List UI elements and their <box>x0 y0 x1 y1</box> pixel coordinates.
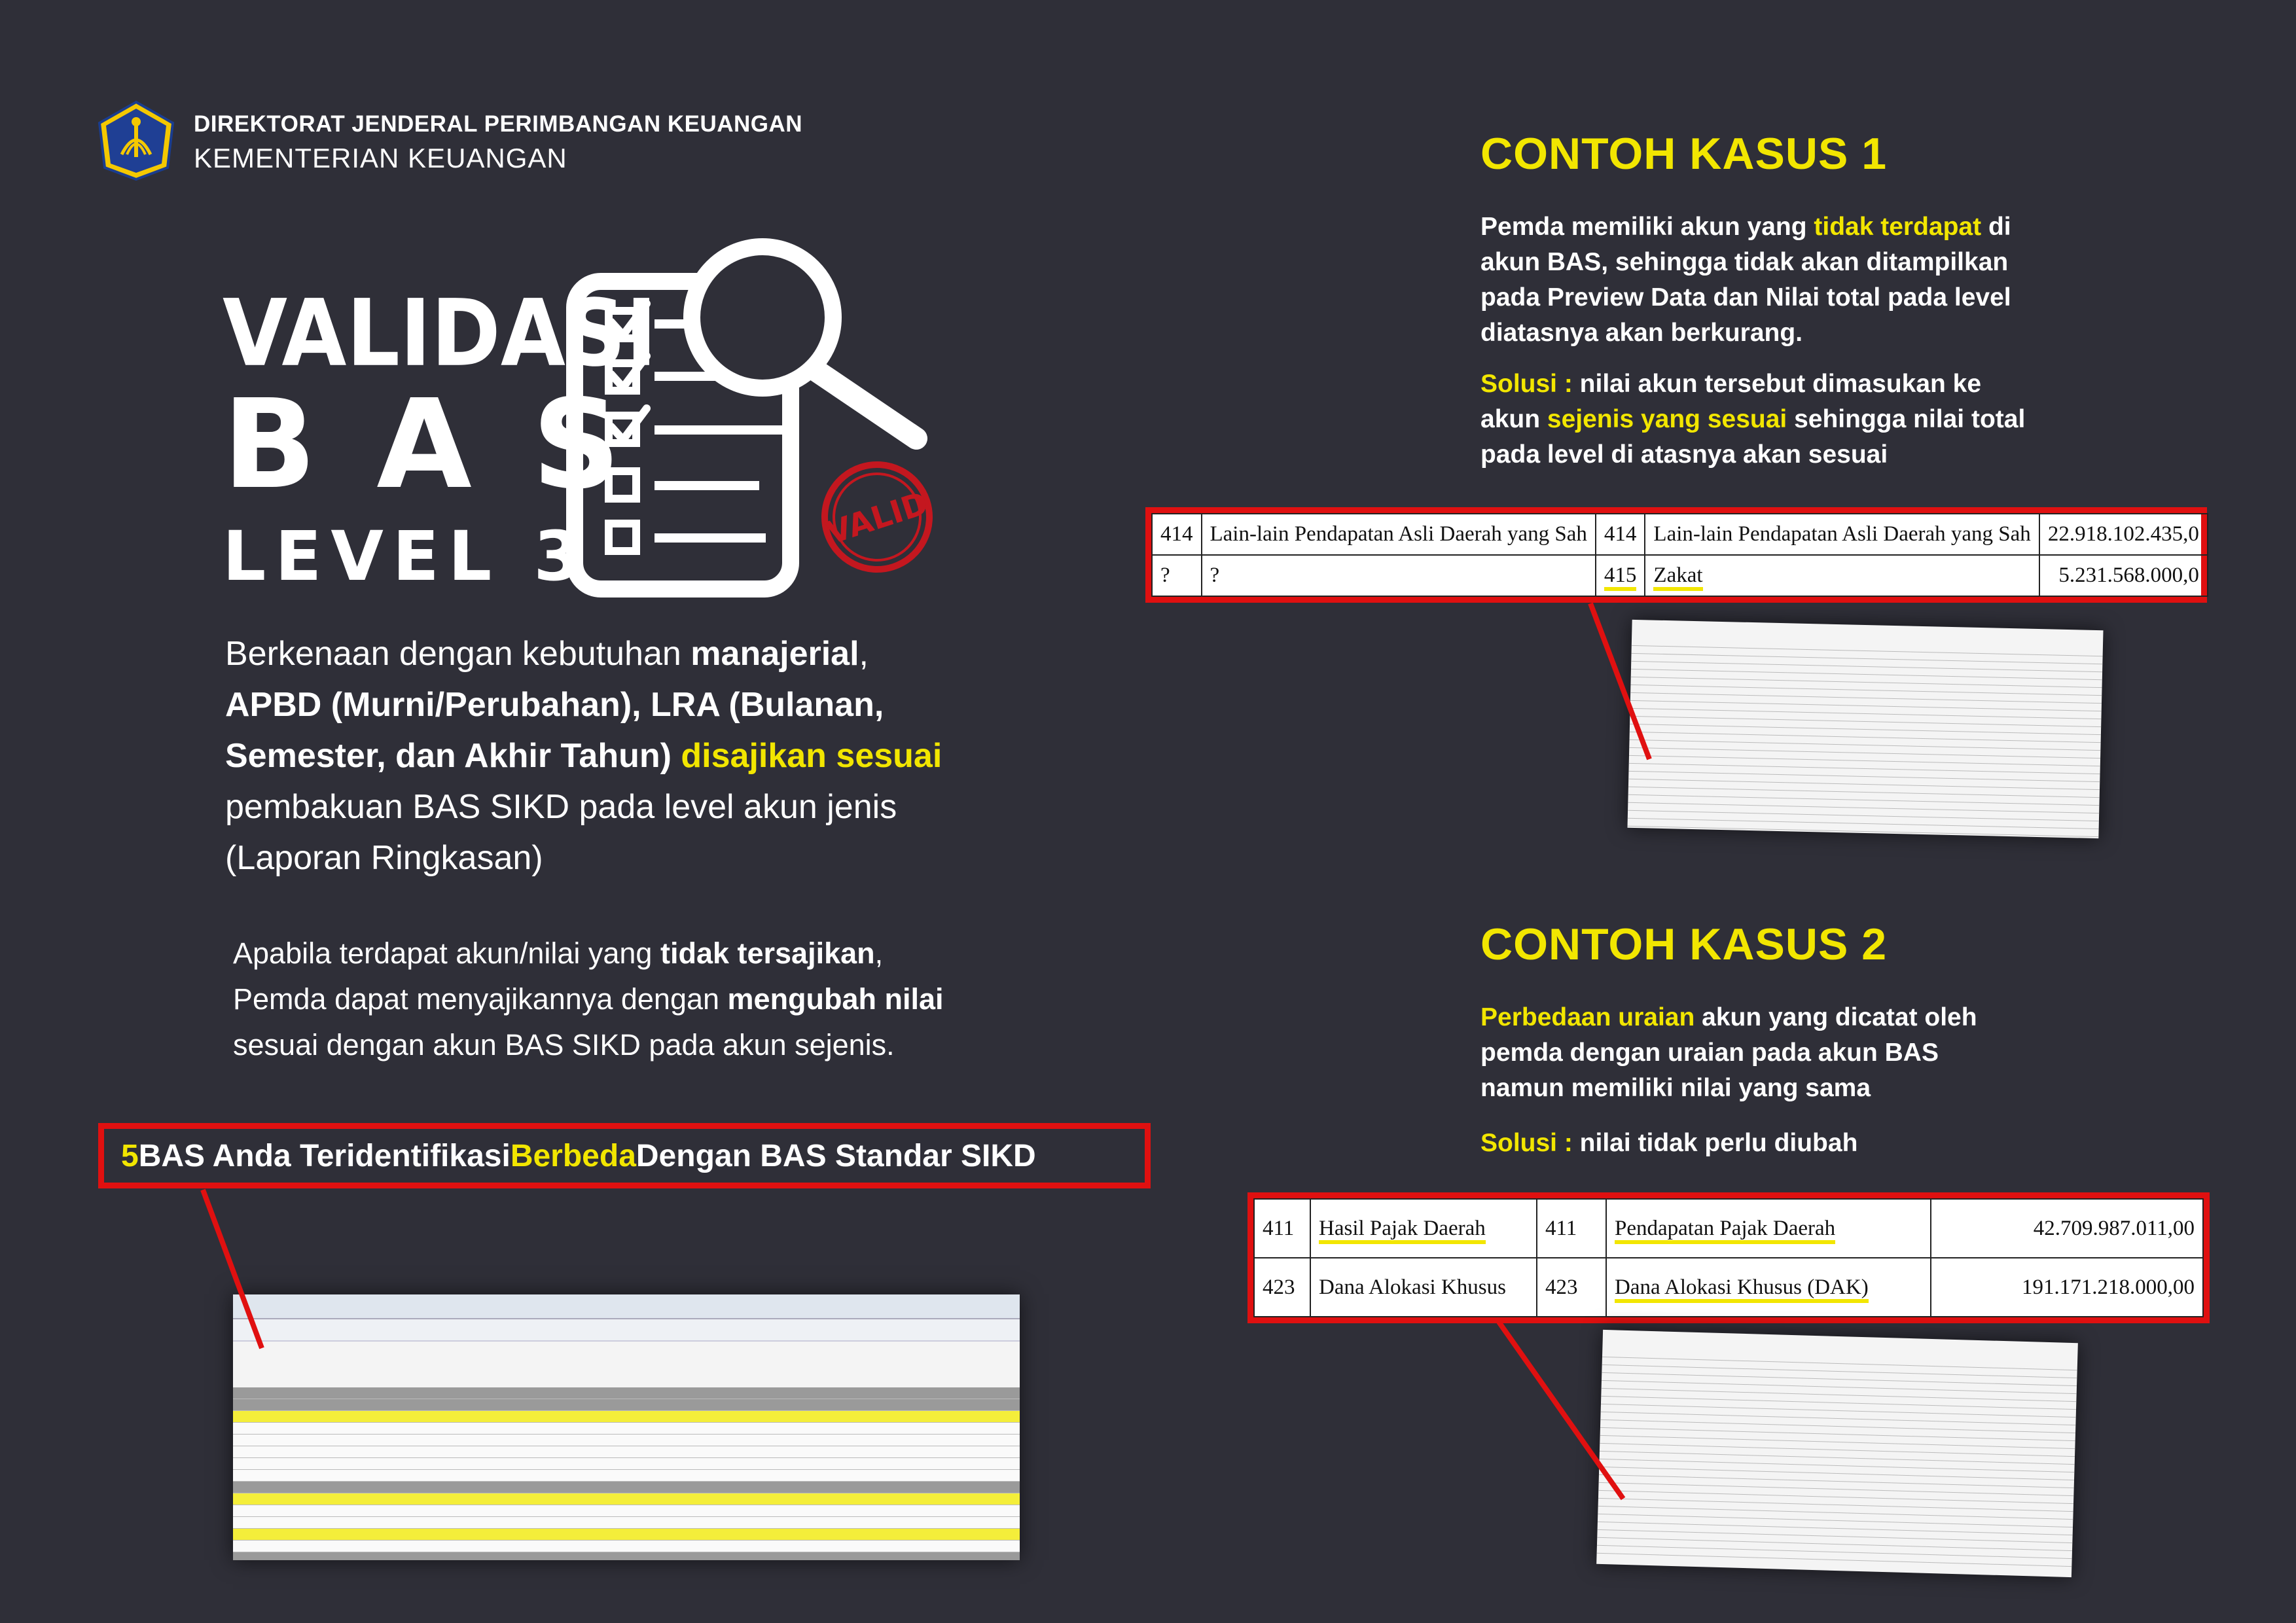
org-name-line2: KEMENTERIAN KEUANGAN <box>194 143 567 173</box>
case2-heading: CONTOH KASUS 2 <box>1480 919 1888 969</box>
intro-paragraph: Berkenaan dengan kebutuhan manajerial, A… <box>225 635 942 877</box>
table-row: 414 Lain-lain Pendapatan Asli Daerah yan… <box>1151 513 2208 556</box>
case1-heading: CONTOH KASUS 1 <box>1480 129 1888 179</box>
app-screenshot-thumbnail <box>233 1294 1020 1560</box>
case1-description: Pemda memiliki akun yang tidak terdapat … <box>1480 213 2011 347</box>
hero-title-level: LEVEL 3 <box>223 516 590 596</box>
case2-table-snippet: 411 Hasil Pajak Daerah 411 Pendapatan Pa… <box>1247 1192 2210 1323</box>
case1-report-thumbnail <box>1627 619 2104 839</box>
case2-solution: Solusi : nilai tidak perlu diubah <box>1480 1129 1858 1157</box>
instruction-paragraph: Apabila terdapat akun/nilai yang tidak t… <box>233 936 944 1061</box>
case1-table-snippet: 414 Lain-lain Pendapatan Asli Daerah yan… <box>1145 507 2208 603</box>
bas-difference-banner: 5 BAS Anda Teridentifikasi Berbeda Denga… <box>98 1123 1151 1188</box>
valid-stamp-icon: VALID <box>821 461 933 573</box>
case2-report-thumbnail <box>1596 1329 2078 1578</box>
checklist-magnifier-icon: VALID <box>566 238 933 597</box>
case1-solution: Solusi : nilai akun tersebut dimasukan k… <box>1480 370 2026 469</box>
table-row: 411 Hasil Pajak Daerah 411 Pendapatan Pa… <box>1253 1198 2204 1258</box>
table-row: ? ? 415 Zakat 5.231.568.000,0 <box>1151 554 2208 597</box>
org-name-line1: DIREKTORAT JENDERAL PERIMBANGAN KEUANGAN <box>194 111 803 137</box>
kemenkeu-logo-icon <box>98 100 175 181</box>
table-row: 423 Dana Alokasi Khusus 423 Dana Alokasi… <box>1253 1257 2204 1317</box>
case2-description: Perbedaan uraian akun yang dicatat oleh … <box>1480 1003 1977 1102</box>
